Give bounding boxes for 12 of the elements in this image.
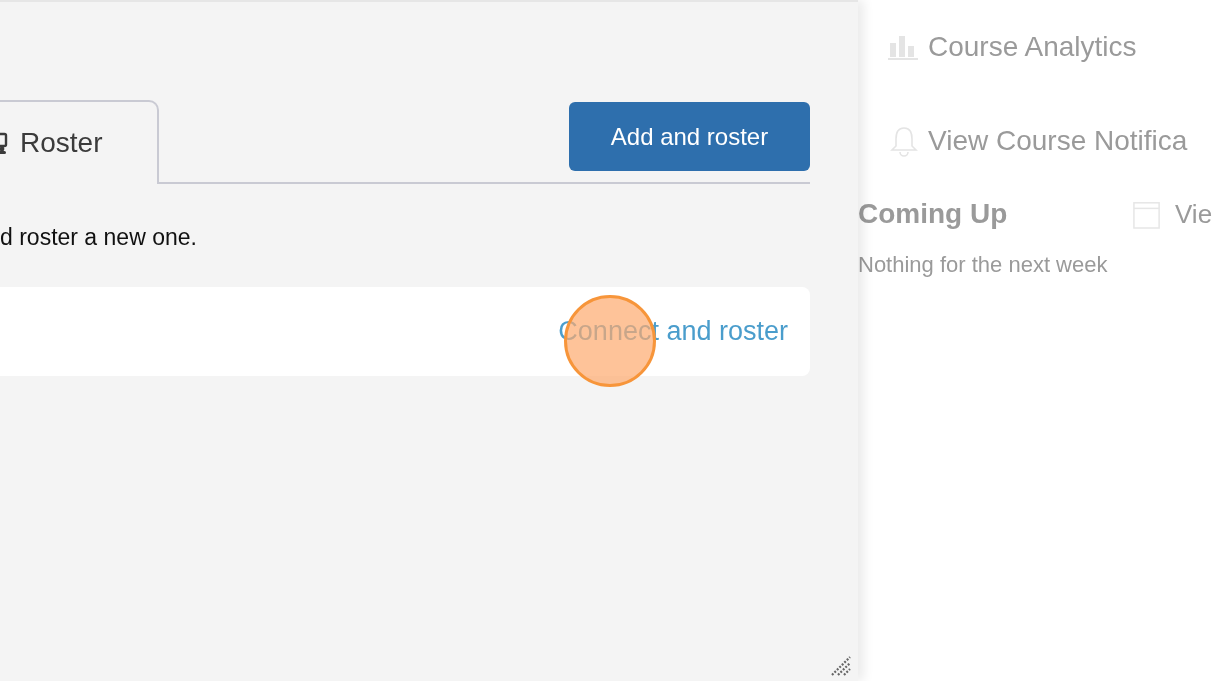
- roster-tab[interactable]: Roster: [0, 100, 159, 184]
- calendar-icon: [1133, 199, 1161, 229]
- add-and-roster-button[interactable]: Add and roster: [569, 102, 810, 171]
- coming-up-heading: Coming Up: [858, 198, 1009, 230]
- empty-state-text: Nothing for the next week: [858, 252, 1109, 278]
- resize-grip-icon[interactable]: [830, 655, 852, 677]
- sidebar-action-button[interactable]: Course Analytics: [888, 0, 1219, 94]
- bar-chart-icon: [888, 33, 920, 61]
- description-text: d roster a new one.: [0, 224, 198, 251]
- sidebar-action-button[interactable]: View Course Notifica: [888, 94, 1219, 188]
- view-calendar-link[interactable]: Vie: [1175, 198, 1213, 230]
- bell-icon: [888, 125, 920, 157]
